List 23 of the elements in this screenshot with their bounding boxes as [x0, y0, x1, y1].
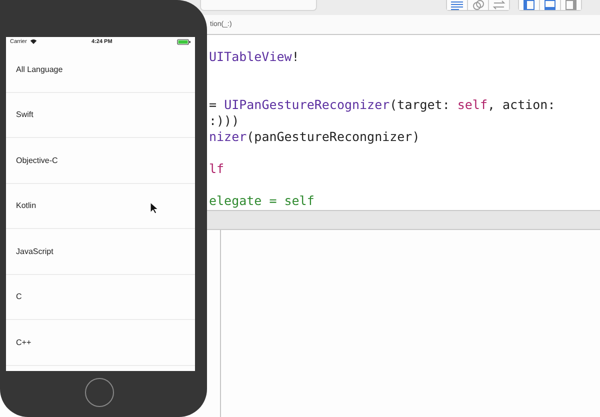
- right-panel-icon[interactable]: [561, 0, 581, 10]
- list-row-label[interactable]: All Language: [16, 64, 63, 74]
- code-line: UITableView!: [209, 49, 300, 65]
- wifi-icon: [30, 39, 37, 44]
- code-line: elegate = self: [209, 193, 316, 209]
- list-row-label[interactable]: JavaScript: [16, 246, 54, 256]
- list-row-label[interactable]: Swift: [16, 110, 34, 120]
- code-line: :))): [209, 113, 240, 129]
- battery-icon: [177, 38, 191, 44]
- lines-icon[interactable]: [447, 0, 467, 10]
- arrows-icon[interactable]: [489, 0, 509, 10]
- list-row-label[interactable]: Objective-C: [16, 156, 58, 165]
- mouse-pointer-icon: [150, 202, 158, 214]
- list-row-label[interactable]: C: [16, 292, 22, 302]
- code-line: = UIPanGestureRecognizer(target: self, action:: [209, 97, 556, 113]
- left-panel-icon[interactable]: [519, 0, 539, 10]
- code-line: lf: [209, 161, 226, 177]
- list-row-label[interactable]: C++: [16, 338, 32, 347]
- list-row-label[interactable]: Kotlin: [16, 201, 36, 210]
- home-button[interactable]: [85, 378, 114, 407]
- bottom-panel-icon[interactable]: [540, 0, 560, 10]
- circles-icon[interactable]: [468, 0, 488, 10]
- code-line: nizer(panGestureRecongnizer): [209, 129, 421, 145]
